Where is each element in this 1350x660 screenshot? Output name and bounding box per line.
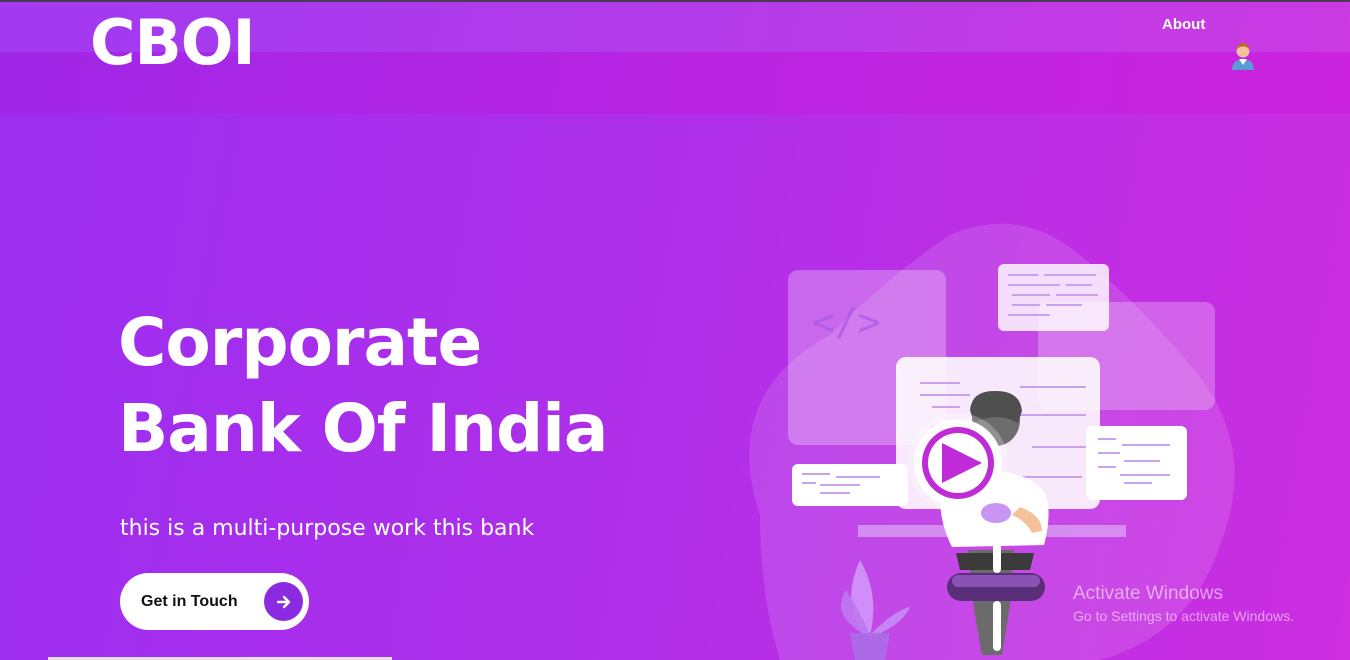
hero-title-line-1: Corporate xyxy=(118,304,482,381)
nav-link-about[interactable]: About xyxy=(1162,16,1205,33)
get-in-touch-button[interactable]: Get in Touch xyxy=(120,573,309,630)
avatar-icon[interactable] xyxy=(1228,38,1258,70)
activate-windows-watermark: Activate Windows Go to Settings to activ… xyxy=(1073,583,1294,624)
text-card-right xyxy=(1086,426,1187,500)
site-logo[interactable]: CBOI xyxy=(90,6,256,79)
play-icon xyxy=(908,413,1008,513)
hero-title-line-2: Bank Of India xyxy=(118,390,608,467)
hero-subtitle: this is a multi-purpose work this bank xyxy=(120,516,535,541)
arrow-right-icon xyxy=(264,582,303,621)
hero-title: Corporate Bank Of India xyxy=(118,300,608,472)
get-in-touch-label: Get in Touch xyxy=(141,592,238,610)
watermark-title: Activate Windows xyxy=(1073,583,1223,604)
watermark-subtitle: Go to Settings to activate Windows. xyxy=(1073,608,1294,624)
code-icon: </> xyxy=(812,300,881,344)
